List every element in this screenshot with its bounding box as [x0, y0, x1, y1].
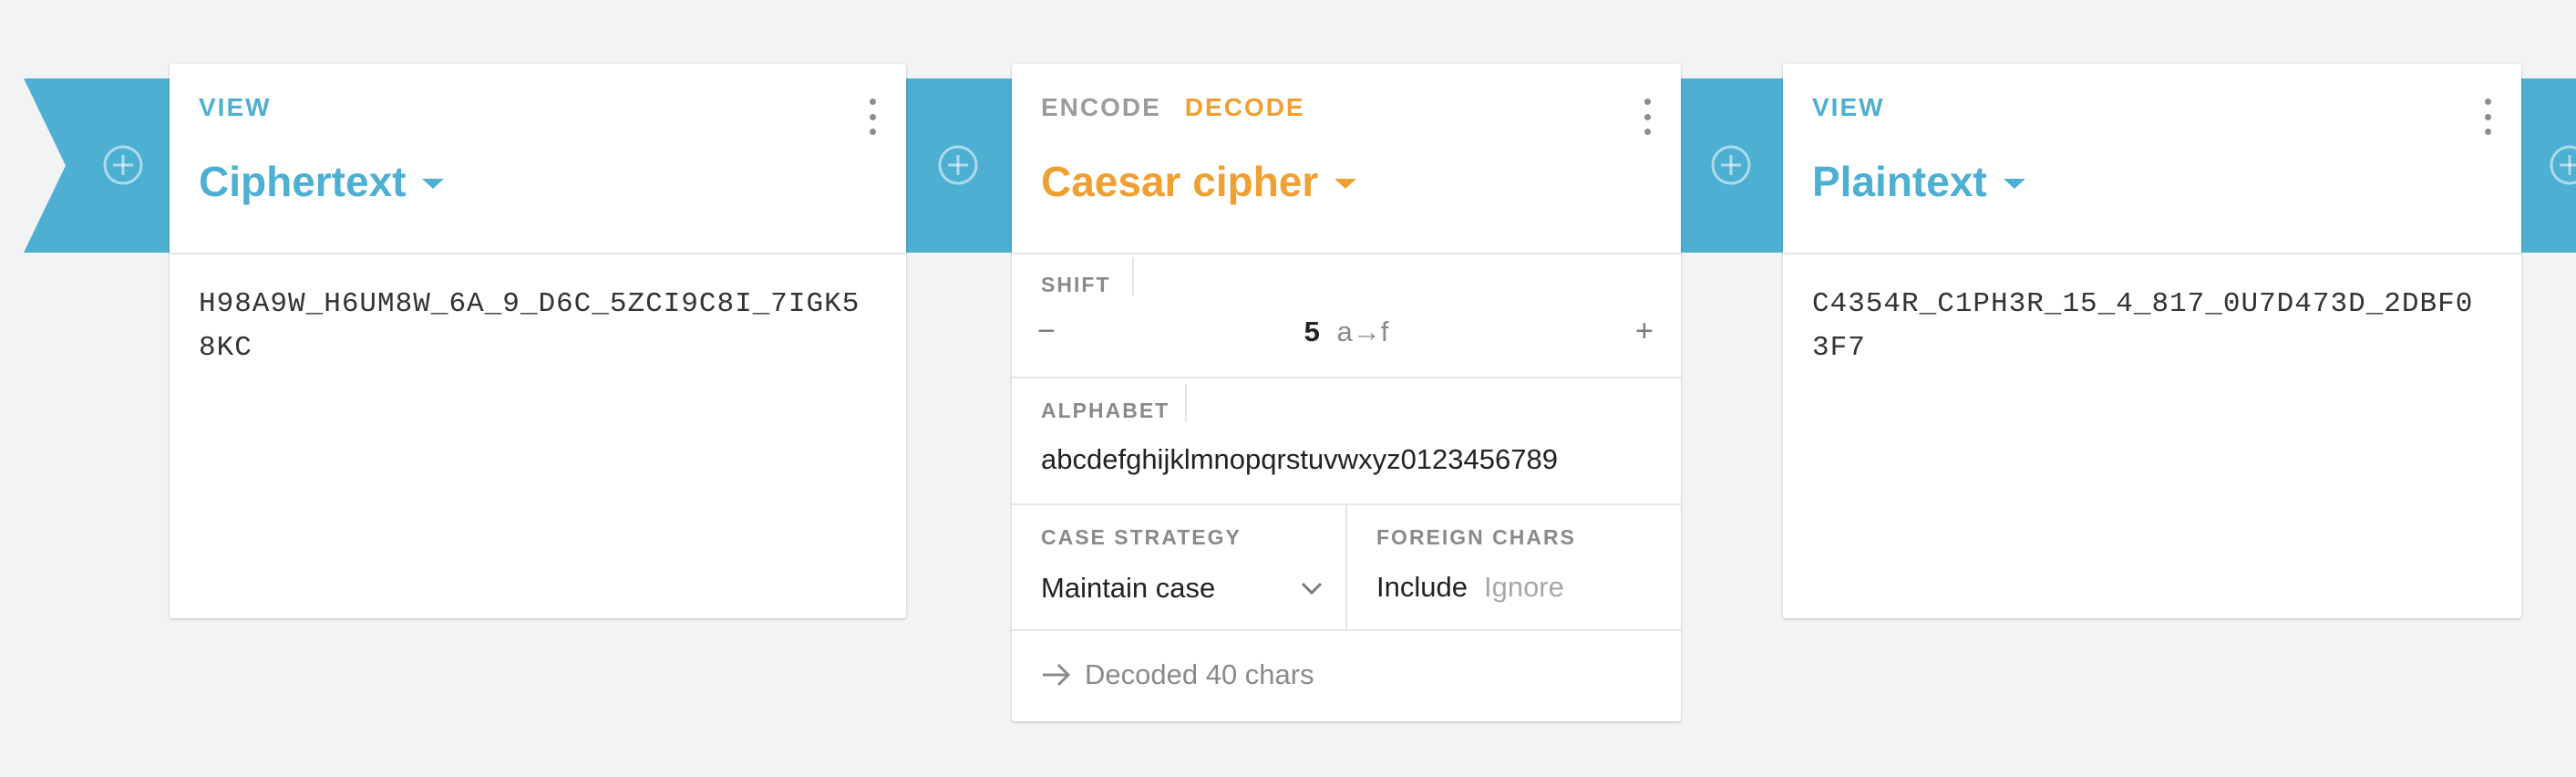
caret-down-icon — [422, 178, 445, 189]
caret-down-icon — [2003, 178, 2025, 189]
plaintext-content[interactable]: C4354R_C1PH3R_15_4_817_0U7D473D_2DBF03F7 — [1812, 283, 2485, 370]
more-vertical-icon[interactable] — [859, 98, 886, 135]
plus-circle-icon — [2550, 145, 2576, 185]
alphabet-input[interactable]: abcdefghijklmnopqrstuvwxyz0123456789 — [1041, 443, 1558, 476]
tab-view[interactable]: VIEW — [1812, 93, 1885, 122]
caret-down-icon — [1334, 178, 1357, 189]
card-tabs: VIEW — [1812, 93, 1885, 122]
card-title: Caesar cipher — [1041, 158, 1319, 205]
shift-value-field[interactable]: 5 a→f — [1012, 316, 1681, 348]
plus-circle-icon — [1711, 145, 1751, 185]
foreign-chars-ignore-option[interactable]: Ignore — [1484, 571, 1564, 604]
divider — [1012, 629, 1681, 631]
pipeline-start-connector — [24, 78, 170, 253]
ciphertext-content[interactable]: H98A9W_H6UM8W_6A_9_D6C_5ZCI9C8I_7IGK58KC — [199, 283, 870, 370]
add-module-button[interactable] — [1710, 144, 1752, 186]
alphabet-label: ALPHABET — [1041, 399, 1170, 422]
shift-value: 5 — [1303, 316, 1320, 347]
foreign-chars-label: FOREIGN CHARS — [1376, 525, 1576, 549]
tab-decode[interactable]: DECODE — [1185, 93, 1305, 122]
pipeline-end-connector — [2521, 78, 2576, 253]
add-module-button[interactable] — [2549, 144, 2576, 186]
card-title: Ciphertext — [199, 158, 407, 205]
column-divider — [1345, 505, 1347, 631]
plus-circle-icon — [103, 145, 143, 185]
card-header: ENCODE DECODE Caesar cipher — [1012, 64, 1681, 254]
card-tabs: VIEW — [199, 93, 272, 122]
card-title: Plaintext — [1812, 158, 1987, 205]
shift-increment-button[interactable]: + — [1635, 316, 1654, 347]
pipeline-connector — [1681, 78, 1783, 253]
brick-selector[interactable]: Caesar cipher — [1041, 157, 1357, 206]
tab-encode[interactable]: ENCODE — [1041, 93, 1161, 122]
status-text: Decoded 40 chars — [1085, 658, 1314, 690]
label-divider — [1185, 384, 1187, 422]
arrow-right-icon — [1043, 663, 1071, 687]
shift-mapping: a→f — [1336, 316, 1389, 347]
shift-label: SHIFT — [1041, 273, 1111, 296]
card-header: VIEW Plaintext — [1783, 64, 2521, 254]
add-module-button[interactable] — [937, 144, 979, 186]
more-vertical-icon[interactable] — [2474, 98, 2501, 135]
divider — [1012, 377, 1681, 378]
chevron-down-icon — [1300, 581, 1324, 596]
foreign-chars-include-option[interactable]: Include — [1376, 571, 1468, 604]
add-module-button[interactable] — [102, 144, 144, 186]
plus-circle-icon — [938, 145, 978, 185]
pipeline-connector — [906, 78, 1012, 253]
tab-view[interactable]: VIEW — [199, 93, 272, 122]
ciphertext-card: VIEW Ciphertext H98A9W_H6UM8W_6A_9_D6C_5… — [170, 64, 906, 618]
caesar-cipher-card: ENCODE DECODE Caesar cipher SHIFT − 5 a→… — [1012, 64, 1681, 721]
case-strategy-select[interactable]: Maintain case — [1041, 570, 1324, 606]
card-tabs: ENCODE DECODE — [1041, 93, 1305, 122]
brick-selector[interactable]: Ciphertext — [199, 157, 445, 206]
status-bar: Decoded 40 chars — [1041, 658, 1314, 691]
more-vertical-icon[interactable] — [1633, 98, 1661, 135]
card-header: VIEW Ciphertext — [170, 64, 906, 254]
case-strategy-label: CASE STRATEGY — [1041, 525, 1242, 549]
brick-selector[interactable]: Plaintext — [1812, 157, 2025, 206]
foreign-chars-options: Include Ignore — [1376, 571, 1564, 604]
case-strategy-value: Maintain case — [1041, 572, 1216, 604]
plaintext-card: VIEW Plaintext C4354R_C1PH3R_15_4_817_0U… — [1783, 64, 2521, 618]
label-divider — [1132, 257, 1134, 295]
